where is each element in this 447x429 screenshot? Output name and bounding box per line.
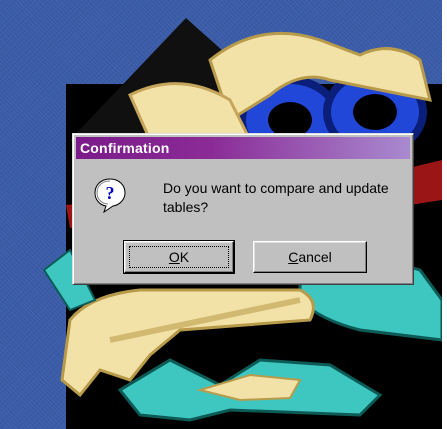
dialog-title: Confirmation — [80, 140, 170, 156]
right-edge-strip — [442, 0, 447, 429]
dialog-titlebar[interactable]: Confirmation — [76, 137, 410, 159]
cancel-mnemonic: C — [288, 249, 299, 265]
ok-label-rest: K — [179, 249, 190, 265]
cancel-button-label: Cancel — [288, 249, 332, 265]
desktop-background: Confirmation ? Do you want to compare an… — [0, 0, 442, 429]
question-icon: ? — [94, 178, 126, 213]
ok-button-label: OK — [169, 249, 189, 265]
ok-mnemonic: O — [168, 249, 180, 265]
dialog-message: Do you want to compare and update tables… — [163, 180, 389, 215]
cancel-label-rest: ancel — [298, 249, 332, 265]
confirmation-dialog: Confirmation ? Do you want to compare an… — [72, 133, 414, 285]
cancel-button[interactable]: Cancel — [253, 241, 367, 273]
ok-button[interactable]: OK — [123, 240, 235, 274]
svg-text:?: ? — [106, 183, 115, 203]
